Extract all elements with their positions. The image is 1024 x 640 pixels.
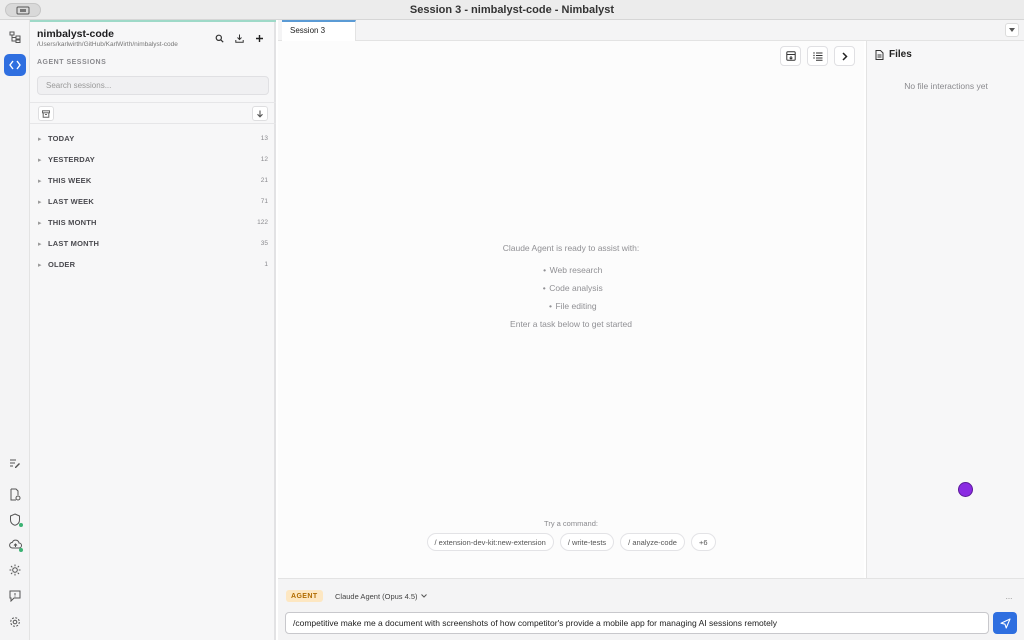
group-label: TODAY (48, 134, 75, 143)
group-label: YESTERDAY (48, 155, 95, 164)
file-icon (875, 49, 884, 60)
code-icon[interactable] (4, 54, 26, 76)
send-button[interactable] (993, 612, 1017, 634)
composer-more-button[interactable]: ... (1002, 589, 1016, 603)
group-label: OLDER (48, 260, 76, 269)
session-group-this-month[interactable]: ▸ THIS MONTH 122 (30, 212, 276, 233)
edit-list-icon[interactable] (4, 452, 26, 474)
new-session-plus-icon[interactable] (251, 30, 268, 47)
project-name: nimbalyst-code (37, 28, 115, 40)
command-chip-new-extension[interactable]: / extension-dev-kit:new-extension (426, 533, 554, 551)
model-label: Claude Agent (Opus 4.5) (335, 591, 418, 601)
mode-badge[interactable]: AGENT (286, 590, 323, 602)
tab-session-3[interactable]: Session 3 (282, 20, 356, 41)
gear-icon[interactable] (4, 611, 26, 633)
chevron-right-icon: ▸ (38, 219, 42, 227)
command-suggestions: / extension-dev-kit:new-extension / writ… (278, 533, 864, 551)
welcome-hint: Enter a task below to get started (510, 319, 632, 329)
group-label: THIS WEEK (48, 176, 92, 185)
session-sidebar: nimbalyst-code /Users/karlwirth/GitHub/K… (30, 20, 276, 640)
title-bar: Session 3 - nimbalyst-code - Nimbalyst (0, 0, 1024, 20)
capability-item: • File editing (548, 301, 597, 311)
chevron-right-icon: ▸ (38, 156, 42, 164)
group-count: 35 (260, 240, 268, 247)
status-dot (19, 523, 23, 527)
composer: AGENT Claude Agent (Opus 4.5) ... (278, 578, 1024, 640)
chevron-right-icon: ▸ (38, 240, 42, 248)
session-group-today[interactable]: ▸ TODAY 13 (30, 128, 276, 149)
capability-label: Code analysis (549, 283, 603, 293)
chevron-right-icon: ▸ (38, 135, 42, 143)
chevron-down-icon (1009, 28, 1015, 32)
expand-panel-button[interactable] (834, 46, 855, 66)
session-group-this-week[interactable]: ▸ THIS WEEK 21 (30, 170, 276, 191)
try-command-label: Try a command: (544, 519, 598, 528)
hierarchy-icon[interactable] (4, 26, 26, 48)
task-list-button[interactable] (807, 46, 828, 66)
project-path: /Users/karlwirth/GitHub/KarlWirth/nimbal… (37, 41, 178, 48)
send-icon (999, 617, 1011, 629)
status-dot (19, 548, 23, 552)
chevron-right-icon: ▸ (38, 198, 42, 206)
capability-label: Web research (549, 265, 603, 275)
session-search-input[interactable] (37, 76, 269, 95)
group-count: 1 (264, 261, 268, 268)
capability-item: • Code analysis (542, 283, 603, 293)
session-group-last-week[interactable]: ▸ LAST WEEK 71 (30, 191, 276, 212)
capability-item: • Web research (543, 265, 603, 275)
sun-icon[interactable] (4, 559, 26, 581)
model-selector[interactable]: Claude Agent (Opus 4.5) (331, 589, 431, 603)
list-icon (812, 52, 822, 61)
agent-sessions-label: AGENT SESSIONS (37, 59, 107, 66)
sort-down-icon[interactable] (252, 106, 268, 121)
import-icon[interactable] (231, 30, 248, 47)
welcome-lead: Claude Agent is ready to assist with: (502, 243, 640, 253)
files-empty-state: No file interactions yet (904, 81, 988, 91)
agent-welcome: Claude Agent is ready to assist with: • W… (278, 243, 864, 329)
chevron-right-icon: ▸ (38, 177, 42, 185)
archive-box-icon (785, 51, 796, 61)
session-group-list: ▸ TODAY 13 ▸ YESTERDAY 12 ▸ THIS WEEK 21… (30, 128, 276, 275)
capability-list: • Web research • Code analysis • File editi… (278, 261, 864, 315)
command-chip-more[interactable]: +6 (690, 533, 716, 551)
tab-overflow-button[interactable] (1005, 23, 1019, 37)
capability-label: File editing (555, 301, 597, 311)
group-count: 13 (260, 135, 268, 142)
window-title: Session 3 - nimbalyst-code - Nimbalyst (409, 4, 615, 16)
group-label: LAST WEEK (48, 197, 94, 206)
cloud-icon[interactable] (4, 533, 26, 555)
session-group-last-month[interactable]: ▸ LAST MONTH 35 (30, 233, 276, 254)
doc-settings-icon[interactable] (4, 483, 26, 505)
search-icon[interactable] (211, 30, 228, 47)
session-group-older[interactable]: ▸ OLDER 1 (30, 254, 276, 275)
sidebar-header-actions (211, 30, 268, 47)
chevron-right-icon: ▸ (38, 261, 42, 269)
cursor-indicator (958, 482, 973, 497)
group-count: 12 (260, 156, 268, 163)
archive-session-button[interactable] (780, 46, 801, 66)
activity-rail (0, 20, 30, 640)
group-count: 71 (260, 198, 268, 205)
feedback-icon[interactable] (4, 585, 26, 607)
command-chip-analyze-code[interactable]: / analyze-code (620, 533, 685, 551)
tab-strip: Session 3 (278, 20, 1024, 41)
command-chip-write-tests[interactable]: / write-tests (559, 533, 615, 551)
files-panel: Files No file interactions yet (866, 41, 1024, 578)
files-title: Files (889, 49, 912, 60)
files-header: Files (875, 49, 912, 60)
archive-icon[interactable] (38, 106, 54, 121)
session-group-yesterday[interactable]: ▸ YESTERDAY 12 (30, 149, 276, 170)
sidebar-accent-line (30, 20, 276, 22)
session-filter-row (30, 102, 276, 124)
group-count: 21 (260, 177, 268, 184)
chevron-right-icon (841, 51, 848, 61)
group-count: 122 (257, 219, 268, 226)
group-label: LAST MONTH (48, 239, 100, 248)
chevron-down-icon (420, 594, 427, 598)
shield-icon[interactable] (4, 508, 26, 530)
group-label: THIS MONTH (48, 218, 97, 227)
prompt-input[interactable] (285, 612, 989, 634)
